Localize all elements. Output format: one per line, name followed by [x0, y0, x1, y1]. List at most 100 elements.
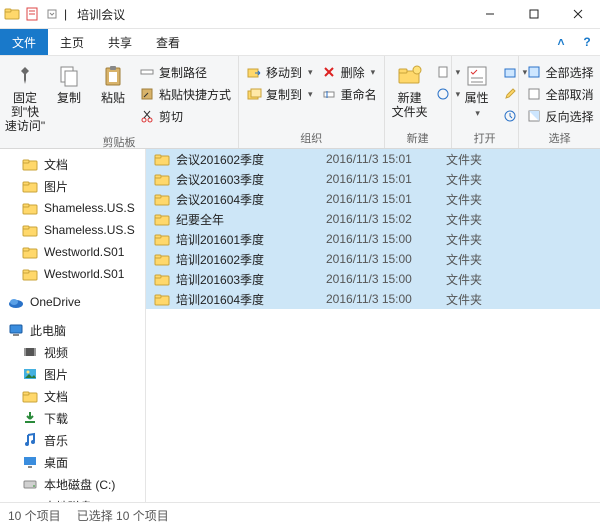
history-icon: [503, 108, 517, 124]
file-date: 2016/11/3 15:00: [326, 252, 446, 266]
rename-button[interactable]: 重命名: [318, 84, 380, 104]
file-row[interactable]: 培训201602季度2016/11/3 15:00文件夹: [146, 249, 600, 269]
file-list[interactable]: 会议201602季度2016/11/3 15:01文件夹会议201603季度20…: [146, 149, 600, 502]
file-type: 文件夹: [446, 251, 516, 268]
edit-button[interactable]: [500, 84, 514, 104]
paste-icon: [99, 62, 127, 90]
tree-item-label: 图片: [44, 366, 68, 383]
tree-item[interactable]: Shameless.US.S: [0, 197, 145, 219]
maximize-button[interactable]: [512, 0, 556, 28]
close-button[interactable]: [556, 0, 600, 28]
music-icon: [22, 432, 38, 448]
tab-file[interactable]: 文件: [0, 29, 48, 55]
file-name: 会议201604季度: [176, 191, 326, 208]
new-item-icon: [436, 64, 450, 80]
file-row[interactable]: 会议201604季度2016/11/3 15:01文件夹: [146, 189, 600, 209]
tree-item[interactable]: 音乐: [0, 429, 145, 451]
group-organize: 移动到▾ 复制到▾ 删除▾ 重命名 组织: [239, 56, 385, 148]
history-button[interactable]: [500, 106, 514, 126]
tree-item[interactable]: Westworld.S01: [0, 241, 145, 263]
paste-shortcut-button[interactable]: 粘贴快捷方式: [136, 84, 234, 104]
folder-icon: [4, 6, 20, 22]
tree-this-pc[interactable]: 此电脑: [0, 319, 145, 341]
chevron-down-icon: ▾: [308, 67, 313, 78]
new-folder-icon: [396, 62, 424, 90]
folder-icon: [22, 178, 38, 194]
folder-icon: [154, 211, 170, 227]
move-to-button[interactable]: 移动到▾: [243, 62, 316, 82]
tree-item[interactable]: 视频: [0, 341, 145, 363]
file-row[interactable]: 培训201604季度2016/11/3 15:00文件夹: [146, 289, 600, 309]
navigation-pane[interactable]: 文档图片Shameless.US.SShameless.US.SWestworl…: [0, 149, 146, 502]
folder-icon: [22, 266, 38, 282]
new-item-button[interactable]: ▾: [433, 62, 447, 82]
select-none-button[interactable]: 全部取消: [523, 84, 597, 104]
file-type: 文件夹: [446, 271, 516, 288]
folder-icon: [22, 388, 38, 404]
file-row[interactable]: 培训201603季度2016/11/3 15:00文件夹: [146, 269, 600, 289]
tree-item[interactable]: Shameless.US.S: [0, 219, 145, 241]
tree-item[interactable]: 本地磁盘 (C:): [0, 473, 145, 495]
collapse-ribbon-button[interactable]: ˄: [548, 29, 574, 55]
chevron-down-icon: ▾: [308, 89, 313, 100]
tree-item-label: Westworld.S01: [44, 245, 124, 259]
easy-access-button[interactable]: ▾: [433, 84, 447, 104]
tree-item-label: 视频: [44, 344, 68, 361]
invert-selection-button[interactable]: 反向选择: [523, 106, 597, 126]
copy-to-button[interactable]: 复制到▾: [243, 84, 316, 104]
file-row[interactable]: 纪要全年2016/11/3 15:02文件夹: [146, 209, 600, 229]
tab-home[interactable]: 主页: [48, 29, 96, 55]
desktop-icon: [22, 454, 38, 470]
tree-item[interactable]: 下载: [0, 407, 145, 429]
tab-share[interactable]: 共享: [96, 29, 144, 55]
tree-item-label: Shameless.US.S: [44, 201, 135, 215]
dropdown-icon[interactable]: [44, 6, 60, 22]
tree-item[interactable]: 本地磁盘 (D:): [0, 495, 145, 502]
new-folder-button[interactable]: 新建 文件夹: [389, 58, 431, 120]
file-date: 2016/11/3 15:01: [326, 152, 446, 166]
tree-item[interactable]: Westworld.S01: [0, 263, 145, 285]
folder-icon: [154, 191, 170, 207]
folder-icon: [154, 271, 170, 287]
select-all-button[interactable]: 全部选择: [523, 62, 597, 82]
group-organize-label: 组织: [243, 129, 380, 148]
tree-item[interactable]: 桌面: [0, 451, 145, 473]
folder-icon: [154, 171, 170, 187]
tab-view[interactable]: 查看: [144, 29, 192, 55]
file-type: 文件夹: [446, 191, 516, 208]
video-icon: [22, 344, 38, 360]
group-new-label: 新建: [389, 129, 447, 148]
properties-icon[interactable]: [24, 6, 40, 22]
tree-item[interactable]: 文档: [0, 385, 145, 407]
folder-icon: [22, 200, 38, 216]
properties-button[interactable]: 属性 ▾: [456, 58, 498, 118]
tree-item[interactable]: 文档: [0, 153, 145, 175]
title-bar: | 培训会议: [0, 0, 600, 29]
tree-item[interactable]: 图片: [0, 175, 145, 197]
tree-item[interactable]: 图片: [0, 363, 145, 385]
status-bar: 10 个项目 已选择 10 个项目: [0, 502, 600, 523]
file-name: 纪要全年: [176, 211, 326, 228]
tree-item-label: 本地磁盘 (C:): [44, 476, 115, 493]
file-date: 2016/11/3 15:01: [326, 192, 446, 206]
folder-icon: [22, 222, 38, 238]
file-type: 文件夹: [446, 151, 516, 168]
file-row[interactable]: 会议201603季度2016/11/3 15:01文件夹: [146, 169, 600, 189]
help-button[interactable]: ?: [574, 29, 600, 55]
file-row[interactable]: 会议201602季度2016/11/3 15:01文件夹: [146, 149, 600, 169]
open-button[interactable]: ▾: [500, 62, 514, 82]
select-none-icon: [526, 86, 542, 102]
paste-button[interactable]: 粘贴: [92, 58, 134, 106]
tree-onedrive[interactable]: OneDrive: [0, 291, 145, 313]
copy-path-button[interactable]: 复制路径: [136, 62, 234, 82]
delete-button[interactable]: 删除▾: [318, 62, 380, 82]
pc-icon: [8, 322, 24, 338]
copy-to-icon: [246, 86, 262, 102]
pin-button[interactable]: 固定到"快 速访问": [4, 58, 46, 133]
file-row[interactable]: 培训201601季度2016/11/3 15:00文件夹: [146, 229, 600, 249]
file-date: 2016/11/3 15:00: [326, 232, 446, 246]
cut-button[interactable]: 剪切: [136, 106, 234, 126]
minimize-button[interactable]: [468, 0, 512, 28]
ribbon-tabs: 文件 主页 共享 查看 ˄ ?: [0, 29, 600, 56]
copy-button[interactable]: 复制: [48, 58, 90, 106]
